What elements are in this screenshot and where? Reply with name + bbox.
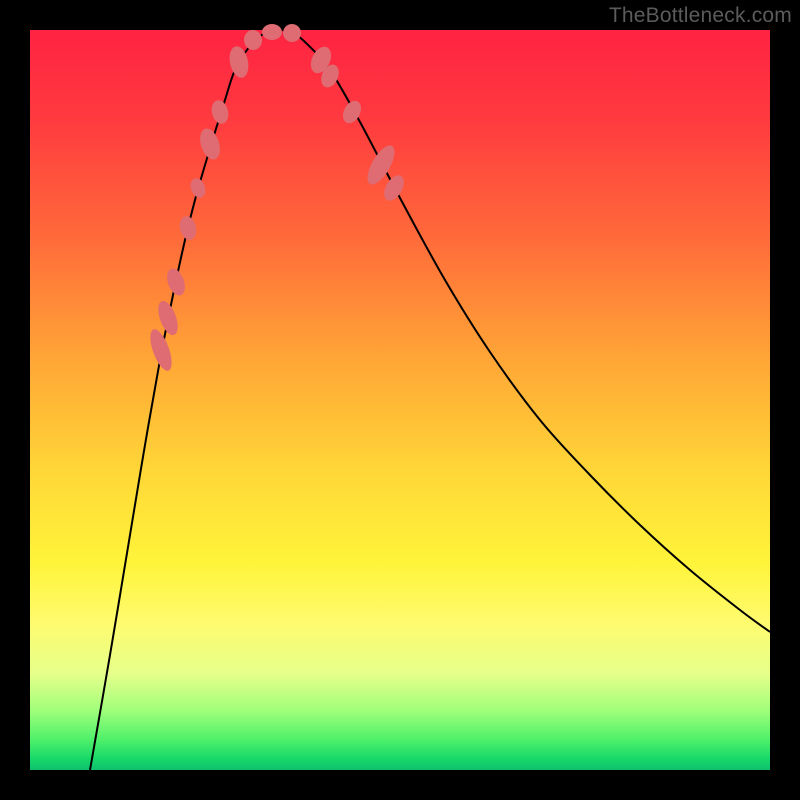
marker-group [146,23,408,374]
data-marker [188,176,208,200]
data-marker [196,126,223,162]
data-marker [177,214,198,241]
data-marker [282,23,302,43]
data-marker [262,24,282,40]
curve-line [90,30,770,770]
chart-frame: TheBottleneck.com [0,0,800,800]
plot-svg [30,30,770,770]
watermark-text: TheBottleneck.com [609,4,792,28]
data-marker [164,266,189,298]
data-marker [209,98,230,125]
plot-area [30,30,770,770]
data-marker [380,172,408,204]
data-marker [243,29,263,51]
